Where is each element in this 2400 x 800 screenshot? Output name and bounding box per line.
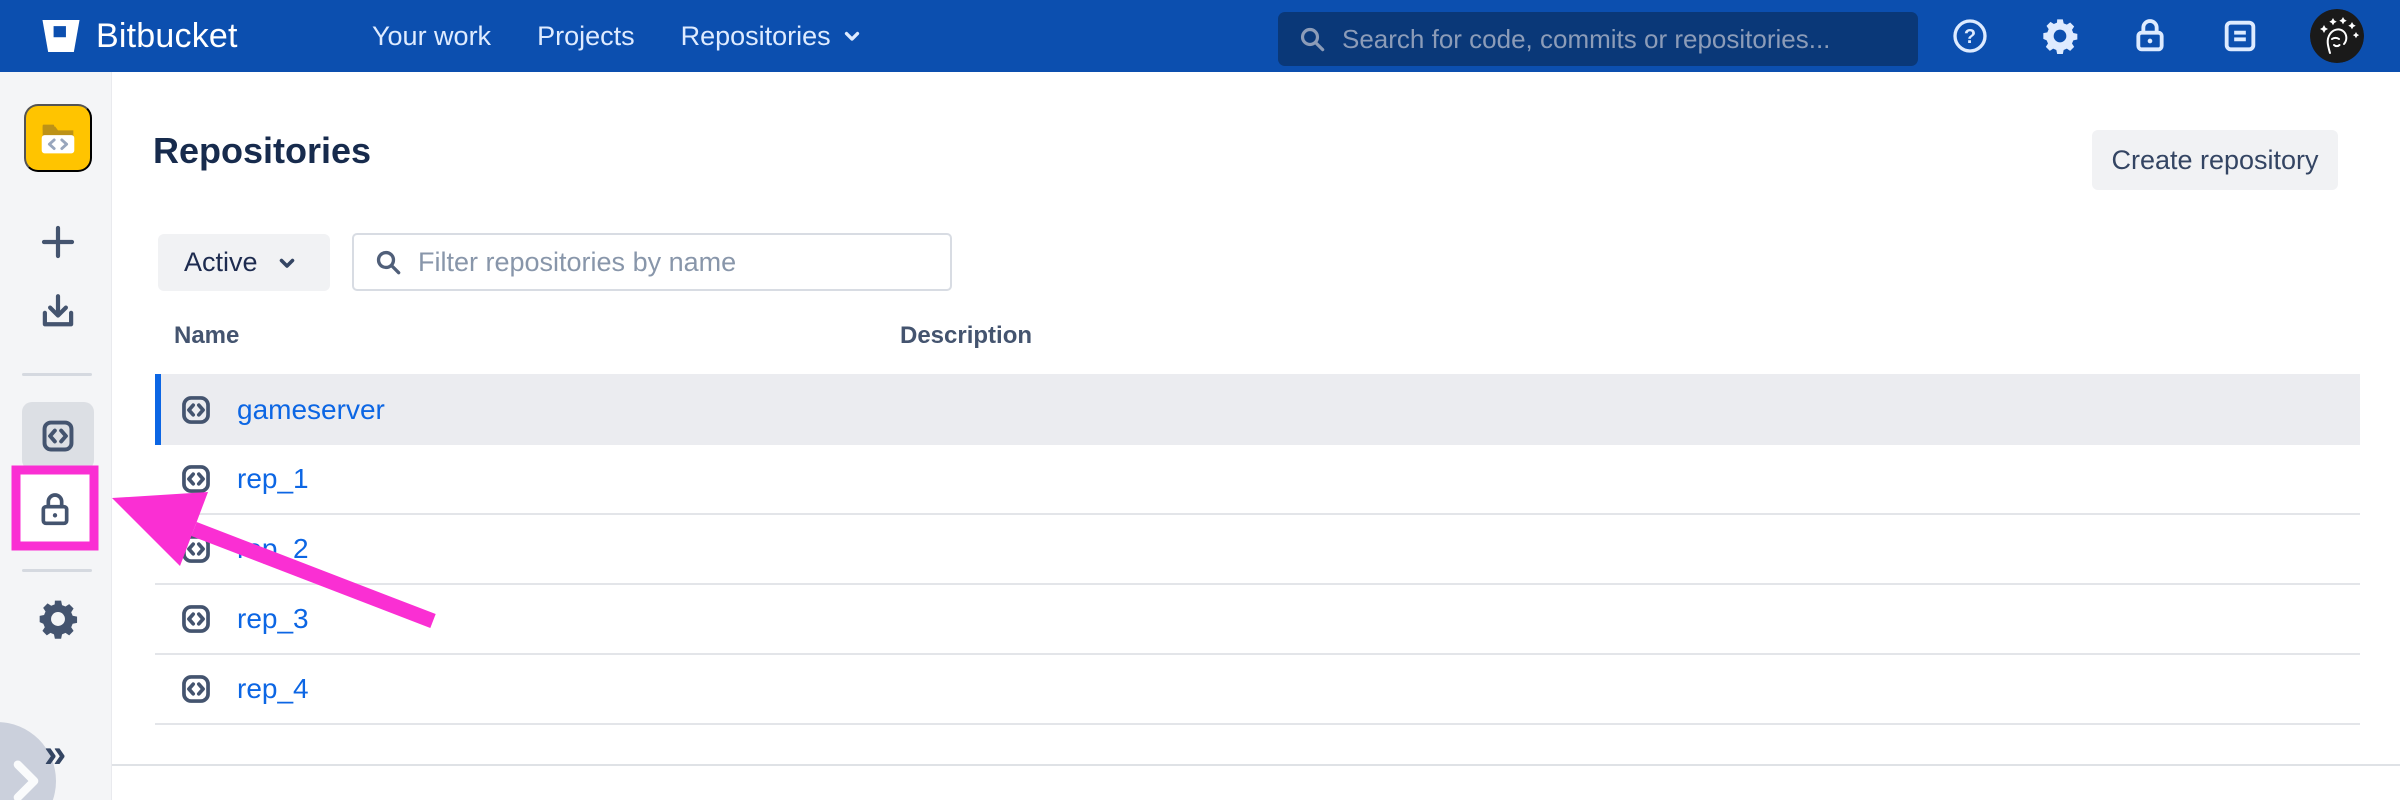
sidebar-item-repositories[interactable] — [22, 402, 94, 470]
repository-icon — [179, 672, 213, 706]
table-row-rep-4[interactable]: rep_4 — [155, 655, 2360, 725]
create-plus-icon[interactable] — [36, 220, 80, 264]
bitbucket-bucket-icon — [40, 16, 82, 56]
sidebar-divider — [22, 373, 92, 376]
global-search[interactable] — [1278, 12, 1918, 66]
repo-link[interactable]: rep_3 — [237, 603, 309, 635]
repositories-table: gameserver rep_1 rep_2 rep_3 rep_4 — [155, 374, 2360, 725]
project-avatar[interactable] — [24, 104, 92, 172]
bitbucket-logo[interactable]: Bitbucket — [40, 0, 238, 72]
avatar[interactable] — [2310, 9, 2364, 63]
create-repository-button[interactable]: Create repository — [2092, 130, 2338, 190]
global-search-input[interactable] — [1342, 24, 1900, 55]
repo-link[interactable]: rep_2 — [237, 533, 309, 565]
chevron-down-icon — [276, 252, 298, 274]
svg-text:?: ? — [1964, 26, 1976, 48]
repo-link[interactable]: rep_1 — [237, 463, 309, 495]
lock-icon[interactable] — [2130, 16, 2170, 56]
repo-link[interactable]: rep_4 — [237, 673, 309, 705]
status-filter-dropdown[interactable]: Active — [158, 234, 330, 291]
main-content: Repositories Create repository Active Na… — [112, 72, 2400, 800]
table-row-gameserver[interactable]: gameserver — [155, 374, 2360, 445]
repository-icon — [179, 462, 213, 496]
nav-repositories[interactable]: Repositories — [681, 21, 863, 52]
bottom-divider — [112, 764, 2400, 766]
nav-your-work[interactable]: Your work — [372, 21, 491, 52]
feedback-icon[interactable] — [2220, 16, 2260, 56]
sidebar-divider — [22, 569, 92, 572]
nav-utility-icons: ? — [1950, 0, 2364, 72]
bitbucket-repositories-page: Bitbucket Your work Projects Repositorie… — [0, 0, 2400, 800]
primary-nav-links: Your work Projects Repositories — [372, 0, 863, 72]
column-header-name: Name — [174, 322, 239, 350]
folder-code-icon — [35, 115, 81, 161]
status-filter-value: Active — [184, 247, 258, 278]
column-header-description: Description — [900, 322, 1032, 350]
table-row-rep-1[interactable]: rep_1 — [155, 445, 2360, 515]
repository-filter-input[interactable] — [418, 247, 932, 278]
lock-icon — [35, 490, 75, 530]
brand-name: Bitbucket — [96, 17, 238, 56]
repository-icon — [179, 393, 213, 427]
repo-link[interactable]: gameserver — [237, 394, 385, 426]
sidebar-settings-gear-icon[interactable] — [36, 597, 80, 641]
repository-icon — [179, 532, 213, 566]
search-icon — [372, 246, 404, 278]
repository-icon — [179, 602, 213, 636]
page-title: Repositories — [153, 130, 371, 172]
chevron-down-icon — [841, 25, 863, 47]
expand-sidebar-chevrons[interactable]: » — [44, 734, 66, 774]
import-download-icon[interactable] — [36, 290, 80, 334]
repository-filter-field — [352, 233, 952, 291]
search-icon — [1296, 23, 1328, 55]
nav-projects[interactable]: Projects — [537, 21, 635, 52]
left-sidebar: » — [0, 72, 112, 800]
sidebar-item-security-lock[interactable] — [17, 473, 93, 547]
settings-gear-icon[interactable] — [2040, 16, 2080, 56]
table-row-rep-3[interactable]: rep_3 — [155, 585, 2360, 655]
table-row-rep-2[interactable]: rep_2 — [155, 515, 2360, 585]
user-avatar-image — [2310, 9, 2364, 63]
top-navigation-bar: Bitbucket Your work Projects Repositorie… — [0, 0, 2400, 72]
chevron-right-icon — [6, 758, 46, 800]
help-icon[interactable]: ? — [1950, 16, 1990, 56]
